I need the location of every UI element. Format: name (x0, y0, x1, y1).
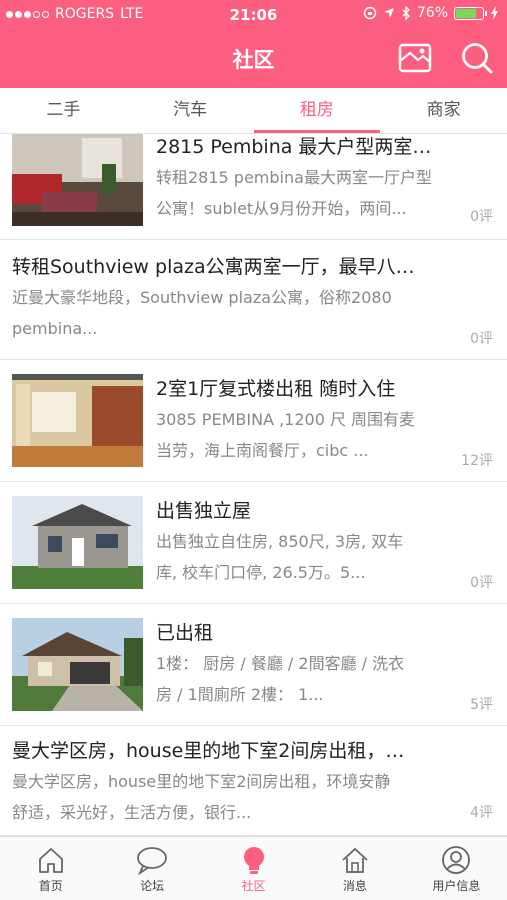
post-title: 2室1厅复式楼出租 随时入住 (156, 378, 396, 400)
tabbar-profile[interactable]: 用户信息 (406, 837, 507, 900)
post-title: 转租Southview plaza公寓两室一厅，最早八… (12, 256, 415, 278)
thumbnail-interior (12, 374, 143, 467)
category-tabs: 二手 汽车 租房 商家 (0, 88, 507, 134)
post-description: 近曼大豪华地段，Southview plaza公寓，俗称2080 pembina… (12, 288, 392, 338)
post-description: 3085 PEMBINA ,1200 尺 周围有麦 当劳，海上南阁餐厅，cibc… (156, 410, 416, 460)
tabbar-messages[interactable]: 消息 (304, 837, 405, 900)
status-bar: ROGERS LTE 21:06 76% (0, 0, 507, 30)
thumbnail-living-room (12, 134, 143, 226)
nav-actions (397, 40, 495, 76)
comment-count: 12评 (461, 453, 493, 469)
post-title: 2815 Pembina 最大户型两室… (156, 136, 432, 158)
post-description: 转租2815 pembina最大两室一厅户型 公寓！sublet从9月份开始，两… (156, 168, 432, 218)
search-icon[interactable] (459, 40, 495, 76)
battery-percent: 76% (416, 5, 448, 21)
comment-count: 0评 (470, 209, 493, 225)
lightbulb-icon (243, 847, 264, 874)
list-item[interactable]: 转租Southview plaza公寓两室一厅，最早八… 近曼大豪华地段，Sou… (0, 240, 507, 360)
bottom-tab-bar: 首页 论坛 社区 消息 用户信息 (0, 836, 507, 900)
tabbar-label: 首页 (38, 879, 63, 893)
tabbar-label: 论坛 (140, 879, 165, 893)
home-icon (38, 848, 63, 873)
list-item[interactable]: 出售独立屋 出售独立自住房, 850尺, 3房, 双车 库, 校车门口停, 26… (0, 482, 507, 604)
chat-bubble-icon (137, 847, 168, 875)
tab-merchants[interactable]: 商家 (380, 88, 507, 133)
tabbar-label: 社区 (241, 879, 266, 893)
tabbar-forum[interactable]: 论坛 (101, 837, 202, 900)
user-icon (442, 846, 471, 874)
post-list: 2815 Pembina 最大户型两室… 转租2815 pembina最大两室一… (0, 134, 507, 836)
comment-count: 0评 (470, 575, 493, 591)
tabbar-label: 用户信息 (432, 879, 481, 893)
tab-cars[interactable]: 汽车 (127, 88, 254, 133)
post-description: 1楼： 厨房 / 餐廳 / 2間客廳 / 洗衣 房 / 1間廁所 2樓： 1..… (156, 654, 405, 704)
post-title: 已出租 (156, 622, 214, 644)
battery-icon (454, 6, 487, 20)
post-description: 出售独立自住房, 850尺, 3房, 双车 库, 校车门口停, 26.5万。5.… (156, 532, 404, 582)
tabbar-home[interactable]: 首页 (0, 837, 101, 900)
charging-icon (491, 6, 498, 20)
list-item[interactable]: 曼大学区房，house里的地下室2间房出租，… 曼大学区房，house里的地下室… (0, 726, 507, 836)
tabbar-community[interactable]: 社区 (203, 837, 304, 900)
tabbar-label: 消息 (342, 879, 367, 893)
location-arrow-icon (383, 8, 394, 18)
thumbnail-house (12, 496, 143, 589)
top-header: ROGERS LTE 21:06 76% 社区 (0, 0, 507, 88)
bluetooth-icon (402, 6, 410, 20)
tab-secondhand[interactable]: 二手 (0, 88, 127, 133)
lock-rotation-icon (363, 6, 377, 20)
list-item[interactable]: 2815 Pembina 最大户型两室… 转租2815 pembina最大两室一… (0, 134, 507, 240)
comment-count: 5评 (470, 697, 493, 713)
post-description: 曼大学区房，house里的地下室2间房出租，环境安静 舒适，采光好，生活方便，银… (12, 772, 391, 822)
comment-count: 4评 (470, 805, 493, 821)
thumbnail-house-garage (12, 618, 143, 711)
post-title: 曼大学区房，house里的地下室2间房出租，… (12, 740, 405, 762)
comment-count: 0评 (470, 331, 493, 347)
tab-rental[interactable]: 租房 (253, 88, 381, 133)
list-item[interactable]: 已出租 1楼： 厨房 / 餐廳 / 2間客廳 / 洗衣 房 / 1間廁所 2樓：… (0, 604, 507, 726)
list-item[interactable]: 2室1厅复式楼出租 随时入住 3085 PEMBINA ,1200 尺 周围有麦… (0, 360, 507, 482)
post-title: 出售独立屋 (156, 500, 252, 522)
house-icon (342, 847, 368, 873)
status-right: 76% (363, 5, 499, 21)
wallet-icon[interactable] (397, 40, 433, 76)
